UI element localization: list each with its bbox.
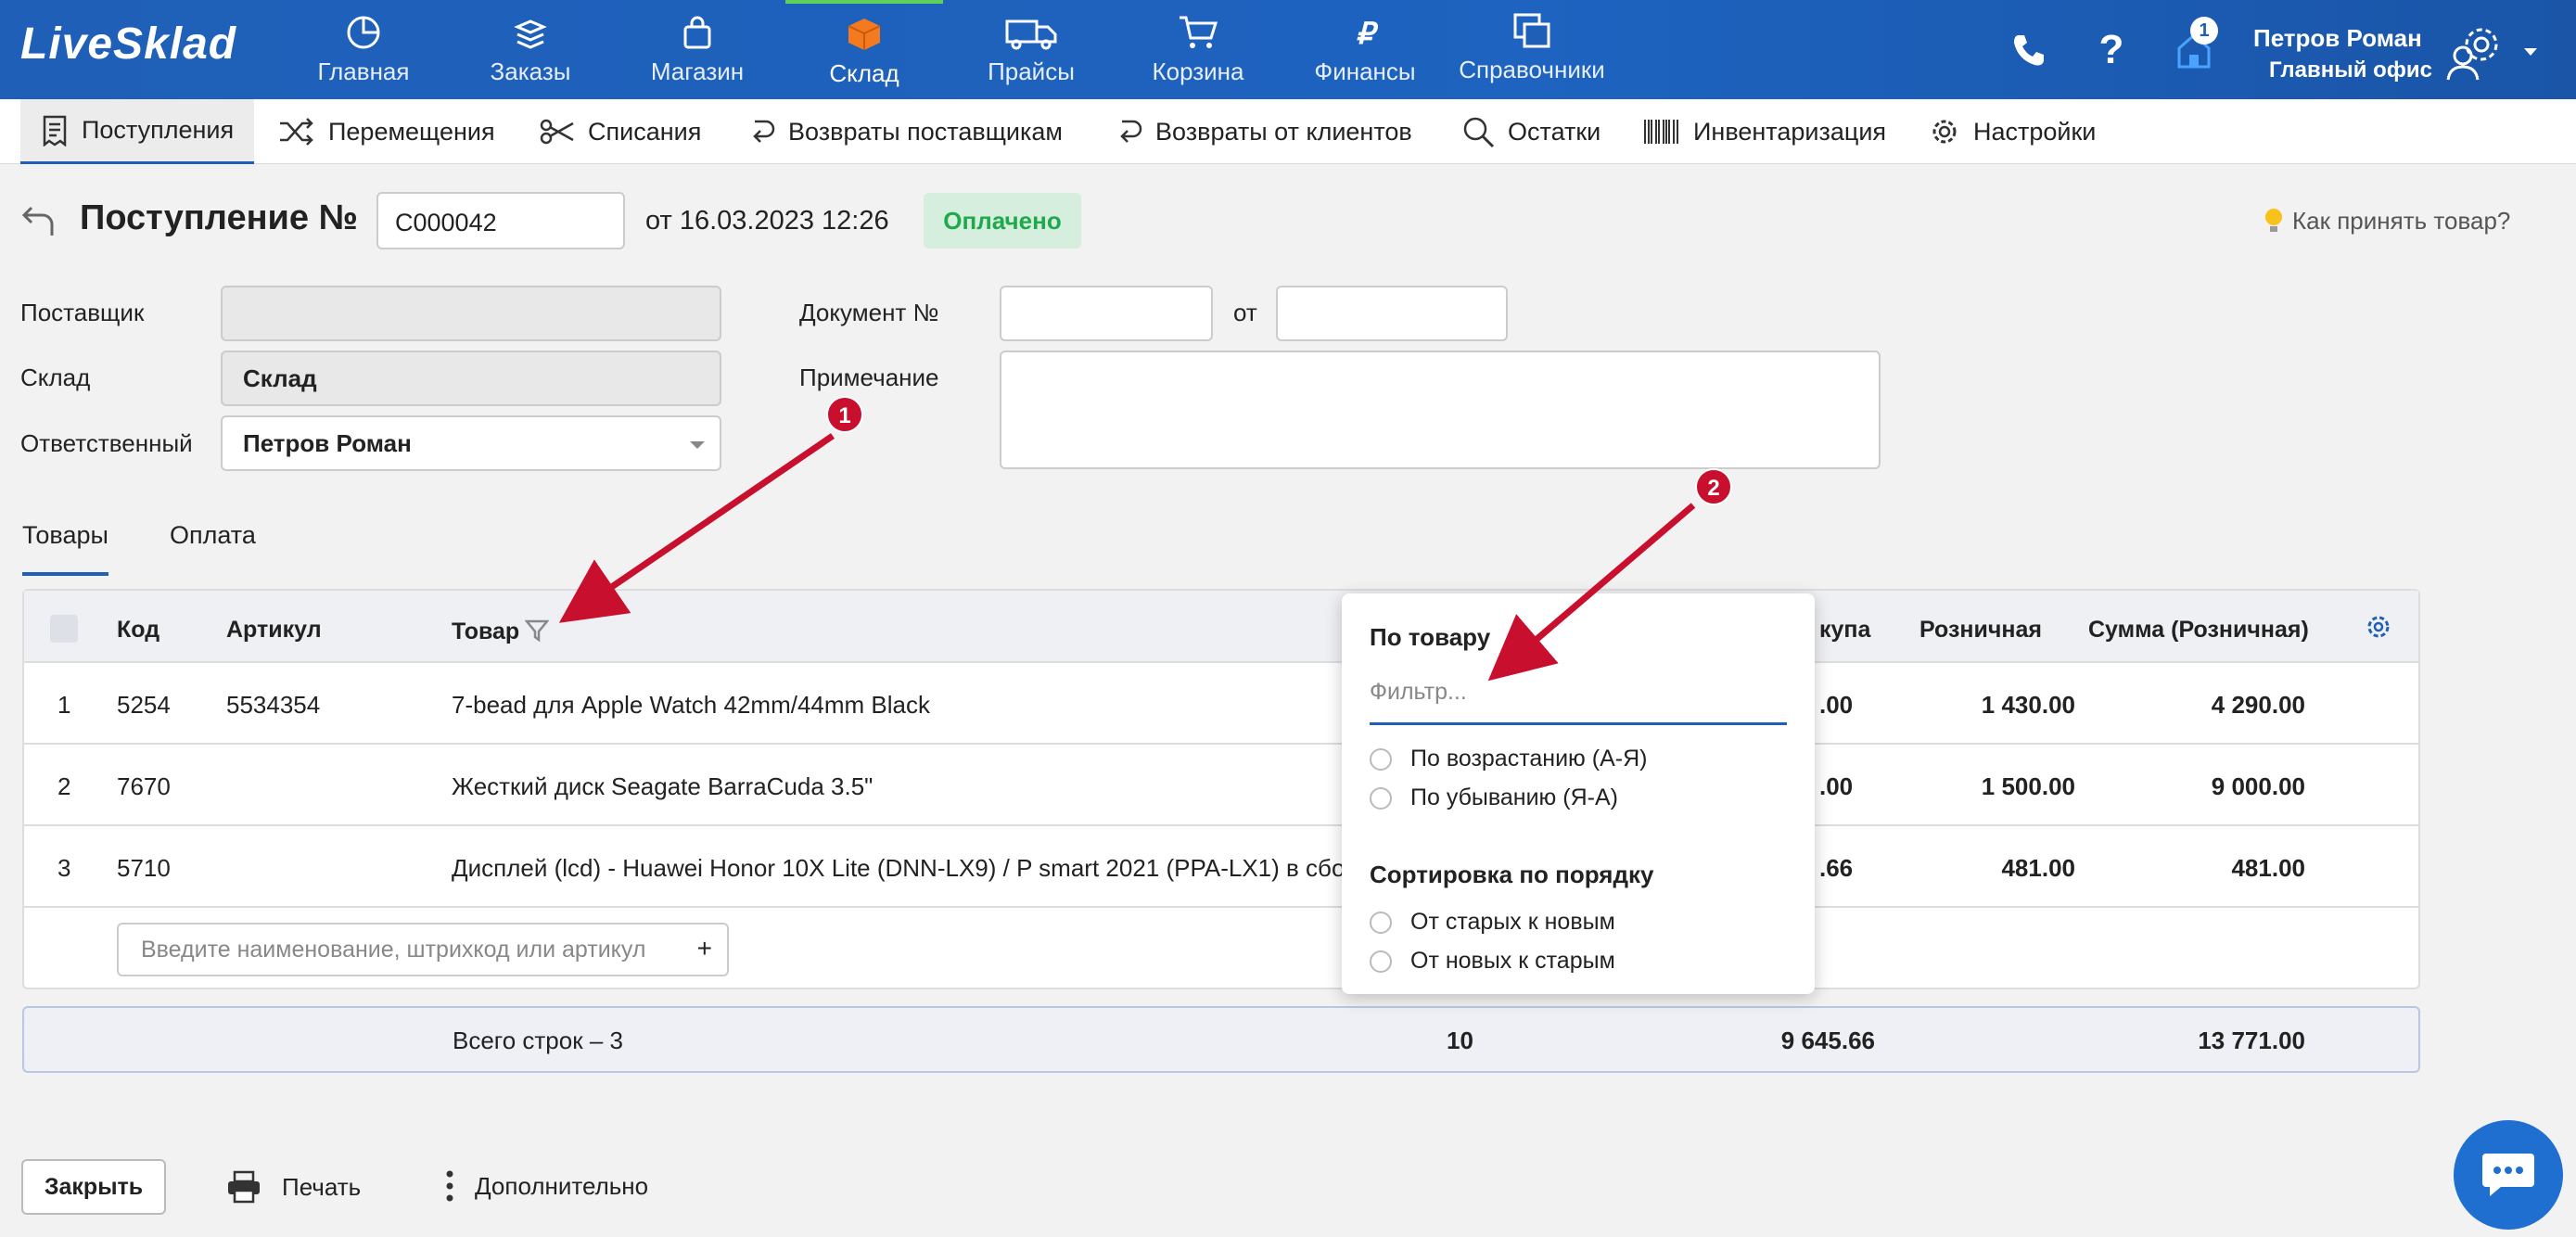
more-label: Дополнительно xyxy=(475,1171,649,1200)
chat-icon xyxy=(2482,1154,2534,1196)
close-button[interactable]: Закрыть xyxy=(21,1159,166,1215)
annotation-marker-1: 1 xyxy=(826,396,863,433)
print-button[interactable]: Печать xyxy=(226,1170,361,1204)
more-button[interactable]: Дополнительно xyxy=(445,1170,648,1202)
annotation-arrow-2 xyxy=(1487,503,1696,682)
more-dots-icon xyxy=(446,1170,453,1202)
print-label: Печать xyxy=(282,1172,362,1201)
annotation-arrows xyxy=(558,433,1696,682)
annotation-arrow-1 xyxy=(558,433,835,623)
annotation-marker-2: 2 xyxy=(1695,468,1732,505)
printer-icon xyxy=(228,1170,260,1204)
chat-button[interactable] xyxy=(2454,1120,2563,1230)
